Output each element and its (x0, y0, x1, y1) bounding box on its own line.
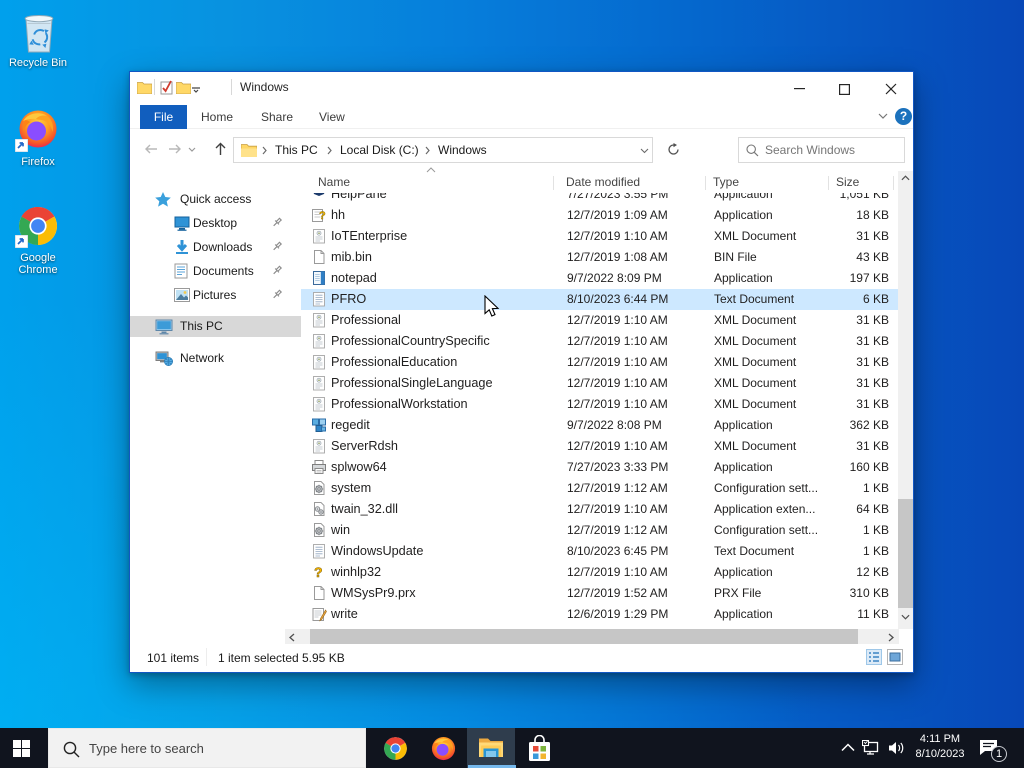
svg-text:?: ? (314, 564, 323, 580)
svg-text:?: ? (319, 210, 326, 222)
